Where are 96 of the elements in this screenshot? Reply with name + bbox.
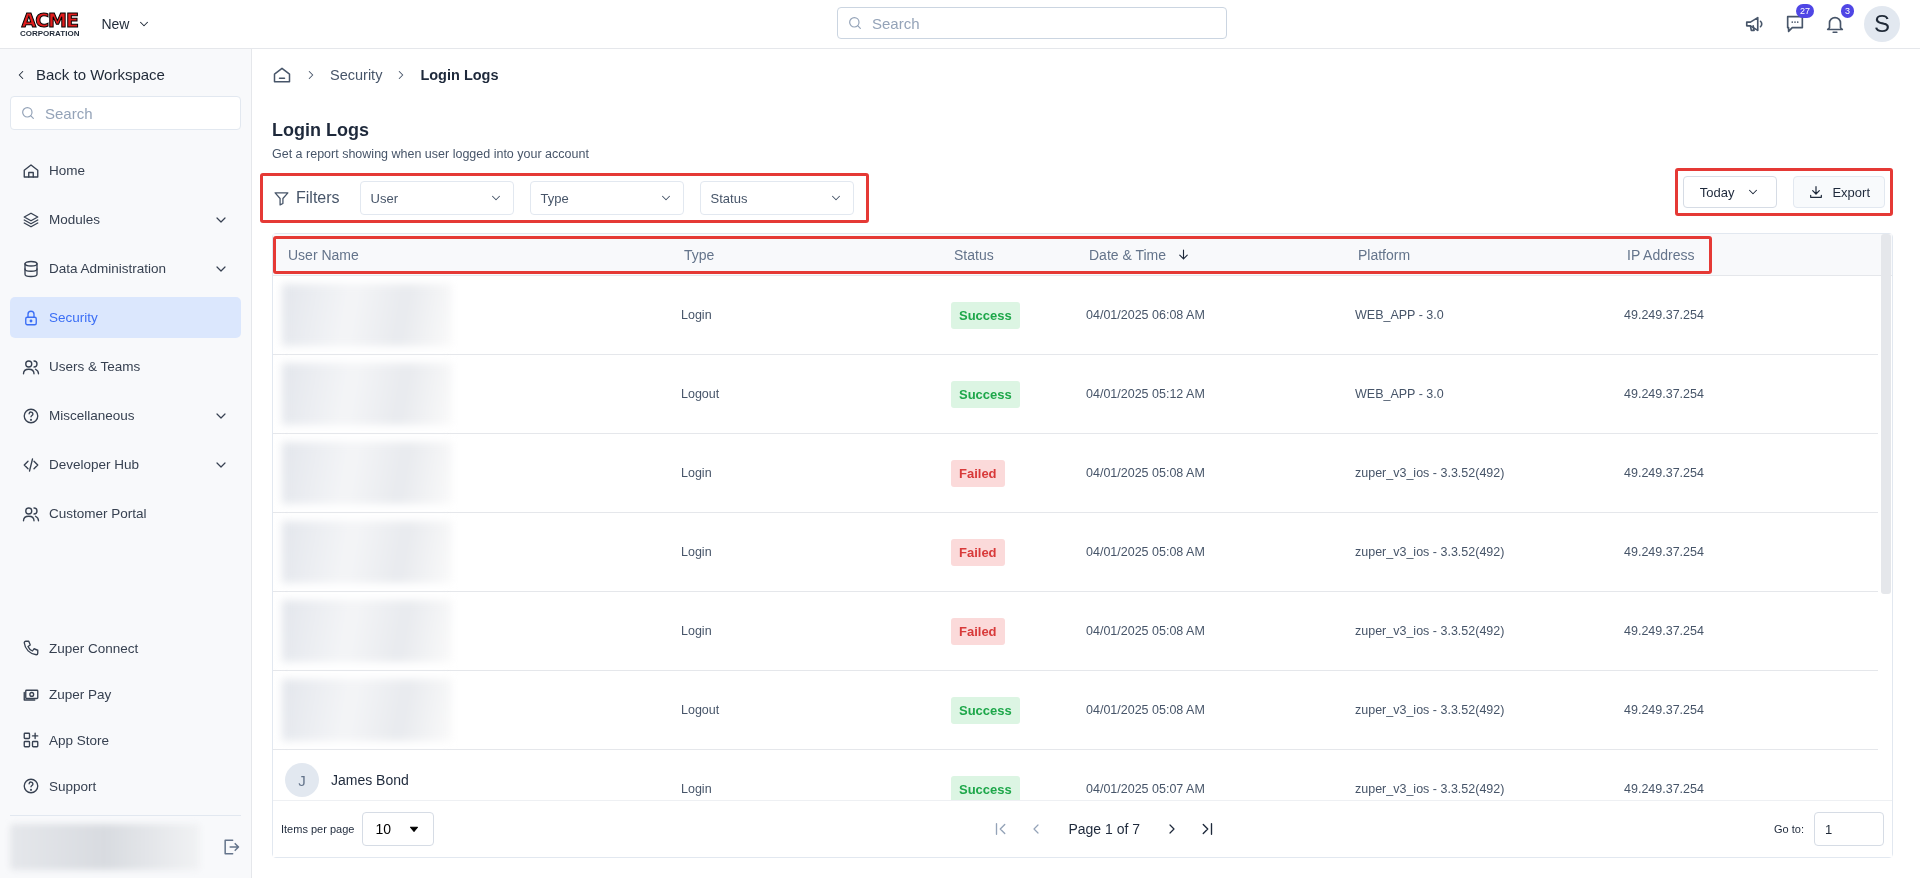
help-icon [22,777,40,795]
table-cell-text: zuper_v3_ios - 3.3.52(492) [1355,466,1506,480]
table-cell-text: Logout [681,703,721,717]
sidebar-item[interactable]: Developer Hub [10,444,241,485]
table-cell-text: zuper_v3_ios - 3.3.52(492) [1355,782,1506,796]
filter-dropdown[interactable]: Type [529,181,684,215]
sidebar-item[interactable]: App Store [10,717,241,763]
table-cell-text: WEB_APP - 3.0 [1355,387,1445,401]
table-cell-text: 49.249.37.254 [1624,624,1705,638]
user-name: James Bond [331,772,409,788]
table-cell-text: 49.249.37.254 [1624,308,1705,322]
chat-icon [1784,13,1806,35]
filters-label: Filters [296,189,340,207]
users-icon [22,357,40,376]
notification-badge: 3 [1841,4,1854,18]
table-cell-text: zuper_v3_ios - 3.3.52(492) [1355,545,1506,559]
layers-icon [22,210,40,229]
table-cell-text: Login [681,308,713,322]
status-badge: Success [951,380,1020,408]
table-cell-text: 04/01/2025 05:12 AM [1086,387,1206,401]
home-icon [272,65,292,85]
table-cell-text: 04/01/2025 05:08 AM [1086,545,1206,559]
status-badge: Success [951,775,1020,800]
table-cell-text: WEB_APP - 3.0 [1355,308,1445,322]
lock-icon [22,308,40,327]
sidebar-item[interactable]: Support [10,763,241,809]
column-header[interactable]: IP Address [1627,246,1695,263]
phone-icon [22,639,40,657]
filter-dropdown[interactable]: Status [699,181,854,215]
status-badge: Success [951,696,1020,724]
new-menu[interactable]: New [101,16,152,32]
date-range-dropdown[interactable]: Today [1682,176,1778,208]
user-avatar[interactable]: S [1864,6,1900,42]
sidebar-item[interactable]: Users & Teams [10,346,241,387]
table-cell-text: zuper_v3_ios - 3.3.52(492) [1355,624,1506,638]
filter-icon [273,189,290,207]
page-title: Login Logs [272,120,370,141]
sidebar-item[interactable]: Modules [10,199,241,240]
go-to-label: Go to: [1774,823,1804,835]
status-badge: Failed [951,459,1005,487]
search-icon [847,15,863,31]
sidebar-item[interactable]: Zuper Pay [10,671,241,717]
status-badge: Failed [951,617,1005,645]
column-header[interactable]: Platform [1358,246,1411,263]
back-link[interactable]: Back to Workspace [14,66,241,83]
sidebar-item[interactable]: Customer Portal [10,493,241,534]
table-cell-text: Logout [681,387,721,401]
code-icon [22,455,40,474]
notification-badge: 27 [1796,4,1814,18]
table-cell-text: Login [681,782,713,796]
users-icon [22,504,40,523]
export-button[interactable]: Export [1793,176,1885,208]
table-cell-text: Login [681,624,713,638]
page-input[interactable]: 1 [1814,812,1884,846]
search-icon [20,105,36,121]
column-header[interactable]: User Name [288,246,359,263]
page-subtitle: Get a report showing when user logged into your account [272,147,590,161]
column-header[interactable]: Type [684,246,715,263]
search-field[interactable]: Search [10,96,241,130]
items-per-page-select[interactable]: 10 [362,812,435,846]
items-per-page-label: Items per page [281,823,355,835]
sidebar-item[interactable]: Home [10,150,241,191]
breadcrumb-link[interactable]: Login Logs [420,67,499,83]
table-cell-text: 04/01/2025 05:07 AM [1086,782,1206,796]
table-cell-text: 04/01/2025 05:08 AM [1086,624,1206,638]
help-icon [22,406,40,425]
company-logo[interactable]: ACME CORPORATION [20,10,80,38]
table-cell-text: 49.249.37.254 [1624,466,1705,480]
table-cell-text: 04/01/2025 05:08 AM [1086,466,1206,480]
table-cell-text: 49.249.37.254 [1624,782,1705,796]
table-cell-text: zuper_v3_ios - 3.3.52(492) [1355,703,1506,717]
table-cell-text: 04/01/2025 05:08 AM [1086,703,1206,717]
status-badge: Success [951,301,1020,329]
sidebar-item[interactable]: Data Administration [10,248,241,289]
filter-dropdown[interactable]: User [359,181,514,215]
table-cell-text: 49.249.37.254 [1624,545,1705,559]
sidebar-item[interactable]: Security [10,297,241,338]
download-icon [1808,184,1825,200]
status-badge: Failed [951,538,1005,566]
database-icon [22,259,40,278]
logout-icon [221,837,241,857]
table-cell-text: Login [681,466,713,480]
table-cell-text: 04/01/2025 06:08 AM [1086,308,1206,322]
user-avatar: J [285,763,319,797]
table-cell-text: 49.249.37.254 [1624,703,1705,717]
sidebar-item[interactable]: Miscellaneous [10,395,241,436]
search-field[interactable]: Search [837,7,1227,39]
column-header[interactable]: Status [954,246,994,263]
table-cell-text: Login [681,545,713,559]
column-header[interactable]: Date & Time [1089,246,1192,263]
apps-icon [22,731,40,749]
breadcrumb-link[interactable]: Security [330,67,383,83]
page-indicator: Page 1 of 7 [1068,821,1140,837]
scrollbar[interactable] [1881,234,1891,594]
sidebar-item[interactable]: Zuper Connect [10,625,241,671]
table-cell-text: 49.249.37.254 [1624,387,1705,401]
